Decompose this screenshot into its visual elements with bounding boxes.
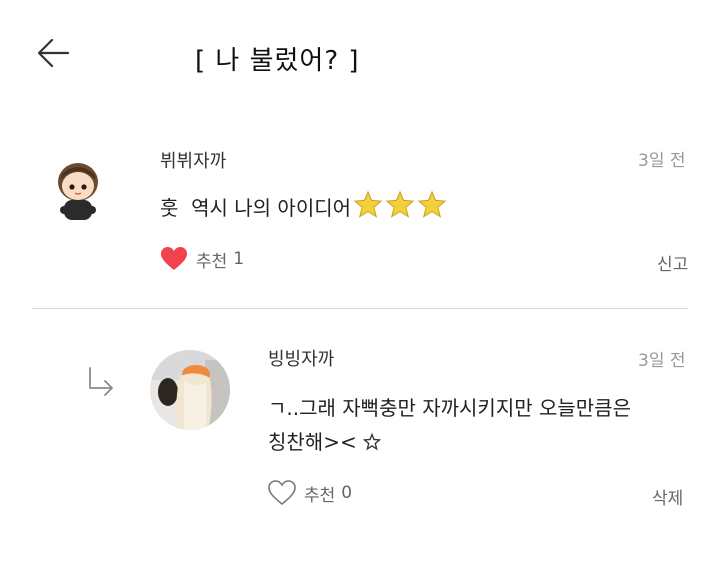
chibi-avatar-image	[58, 163, 98, 220]
reply-like-button[interactable]: 추천 0	[268, 480, 352, 506]
heart-outline-icon	[268, 480, 296, 506]
comment-username[interactable]: 뷔뷔자까	[160, 147, 226, 173]
reply-username[interactable]: 빙빙자까	[268, 345, 334, 371]
report-button[interactable]: 신고	[657, 250, 688, 275]
star-emojis	[351, 190, 447, 220]
reply-text-line-2: 칭찬해><	[268, 426, 382, 455]
star-icon	[417, 190, 447, 218]
delete-button[interactable]: 삭제	[652, 484, 683, 509]
like-label: 추천	[196, 251, 228, 272]
heart-filled-icon	[161, 247, 187, 270]
reply-arrow-icon	[86, 366, 116, 400]
profile-photo-image	[150, 350, 230, 430]
comment-text: 훗 역시 나의 아이디어	[160, 190, 447, 221]
avatar[interactable]	[50, 160, 106, 224]
reply-text-line-2-content: 칭찬해><	[268, 430, 357, 454]
back-button[interactable]	[30, 30, 80, 80]
comment-text-content: 훗 역시 나의 아이디어	[160, 196, 352, 220]
star-outline-icon	[362, 432, 382, 451]
arrow-left-icon	[37, 38, 70, 68]
star-icon	[385, 190, 415, 218]
like-count: 1	[233, 249, 245, 269]
page-title: [ 나 불렀어? ]	[195, 46, 360, 76]
like-count: 0	[341, 483, 353, 503]
reply-text-line-1: ㄱ..그래 자뻑충만 자까시키지만 오늘만큼은	[268, 396, 631, 420]
comment-time: 3일 전	[638, 151, 686, 171]
comment-like-button[interactable]: 추천 1	[160, 246, 244, 272]
divider	[32, 308, 688, 309]
reply-time: 3일 전	[638, 351, 686, 371]
like-label: 추천	[304, 485, 336, 506]
reply-avatar[interactable]	[150, 350, 230, 430]
star-icon	[353, 190, 383, 218]
